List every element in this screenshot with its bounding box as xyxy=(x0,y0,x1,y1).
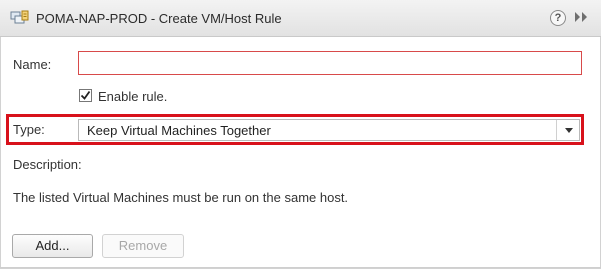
dialog-titlebar: POMA-NAP-PROD - Create VM/Host Rule ? xyxy=(0,0,601,37)
remove-button[interactable]: Remove xyxy=(102,234,184,258)
enable-rule-label[interactable]: Enable rule. xyxy=(98,89,167,104)
chevron-down-icon[interactable] xyxy=(565,128,573,133)
help-icon[interactable]: ? xyxy=(550,10,566,26)
select-separator xyxy=(556,120,557,140)
description-text: The listed Virtual Machines must be run … xyxy=(13,190,349,205)
description-label: Description: xyxy=(13,157,82,172)
expand-panel-icon[interactable] xyxy=(573,9,591,25)
name-label: Name: xyxy=(13,57,52,72)
type-label: Type: xyxy=(13,122,45,137)
checkmark-icon xyxy=(80,90,91,100)
enable-rule-checkbox[interactable] xyxy=(79,89,92,102)
cluster-rule-icon xyxy=(10,9,30,27)
bottom-divider xyxy=(0,267,601,268)
type-select[interactable]: Keep Virtual Machines Together xyxy=(78,119,580,141)
dialog-title: POMA-NAP-PROD - Create VM/Host Rule xyxy=(36,11,282,26)
type-select-value: Keep Virtual Machines Together xyxy=(87,123,271,138)
name-input[interactable] xyxy=(78,51,582,75)
add-button[interactable]: Add... xyxy=(12,234,93,258)
